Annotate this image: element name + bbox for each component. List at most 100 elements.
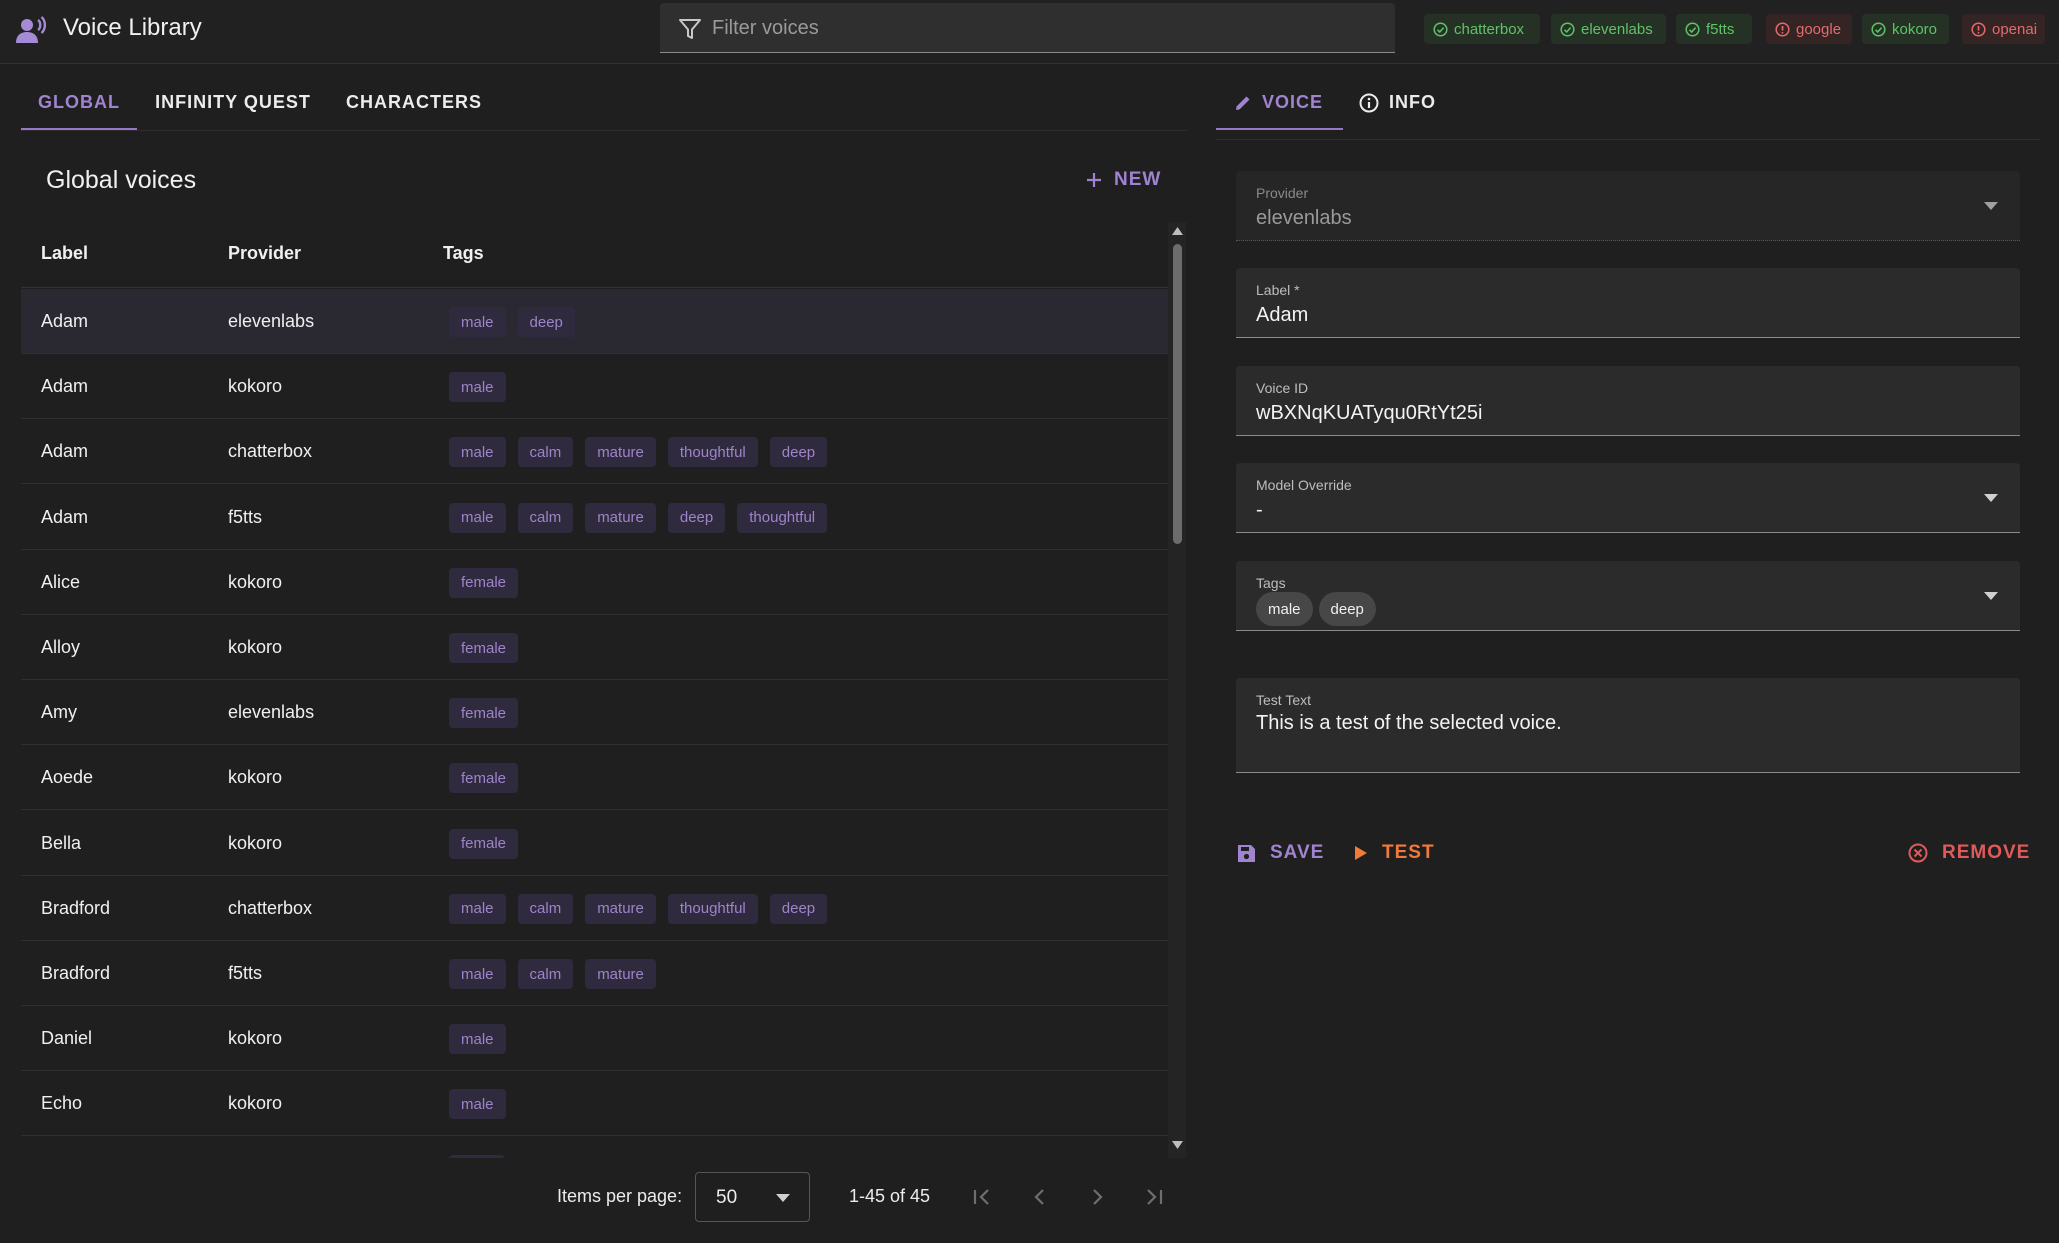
test-button[interactable]: TEST: [1354, 838, 1435, 868]
tab-voice[interactable]: VOICE: [1216, 92, 1343, 130]
app-title: Voice Library: [63, 14, 202, 41]
row-label: Adam: [41, 376, 89, 397]
tab-infinity-quest-label: INFINITY QUEST: [155, 92, 311, 112]
remove-label: REMOVE: [1942, 842, 2031, 863]
tag-chip: mature: [585, 893, 656, 924]
check-circle-icon: [1560, 21, 1575, 37]
provider-status-chip-chatterbox: chatterbox: [1424, 14, 1540, 44]
tag-chip: male: [449, 307, 506, 337]
check-circle-icon: [1871, 21, 1886, 37]
tag-chip: [449, 1154, 505, 1158]
provider-status-chip-elevenlabs: elevenlabs: [1551, 14, 1666, 44]
scroll-thumb[interactable]: [1173, 244, 1182, 544]
table-row[interactable]: Adam f5tts male calm mature deep thoughtful: [21, 485, 1168, 550]
table-row[interactable]: Bella kokoro female: [21, 811, 1168, 876]
check-circle-icon: [1685, 21, 1700, 37]
row-tags: [449, 1154, 505, 1158]
tag-chip-deep[interactable]: deep: [1318, 592, 1376, 626]
tag-chip: mature: [585, 502, 656, 533]
model-override-select[interactable]: Model Override -: [1236, 463, 2020, 533]
tag-chip: mature: [585, 437, 656, 468]
provider-status-chip-kokoro: kokoro: [1862, 14, 1949, 44]
model-override-field-label: Model Override: [1256, 477, 1352, 493]
filter-field[interactable]: [660, 3, 1395, 53]
tab-global[interactable]: GLOBAL: [21, 92, 137, 130]
save-label: SAVE: [1270, 842, 1325, 863]
voice-id-field[interactable]: Voice ID wBXNqKUATyqu0RtYt25i: [1236, 366, 2020, 436]
tab-voice-label: VOICE: [1262, 92, 1324, 112]
row-label: Daniel: [41, 1028, 93, 1049]
provider-status-label: kokoro: [1892, 20, 1938, 38]
row-tags: male calm mature thoughtful deep: [449, 893, 828, 924]
last-page-button[interactable]: [1137, 1180, 1171, 1214]
tab-characters-label: CHARACTERS: [346, 92, 482, 112]
row-label: Adam: [41, 506, 89, 527]
first-page-button[interactable]: [965, 1180, 999, 1214]
row-provider: f5tts: [228, 506, 263, 527]
row-provider: kokoro: [228, 832, 283, 853]
table-scrollbar[interactable]: [1168, 222, 1186, 1158]
provider-status-label: elevenlabs: [1581, 20, 1653, 38]
tab-characters[interactable]: CHARACTERS: [338, 92, 490, 130]
error-circle-icon: [1775, 21, 1790, 37]
voice-id-field-value: wBXNqKUATyqu0RtYt25i: [1256, 402, 1483, 424]
tab-divider: [21, 130, 1187, 131]
row-provider: chatterbox: [228, 897, 313, 918]
table-row[interactable]: Alice kokoro female: [21, 550, 1168, 615]
row-label: Adam: [41, 441, 89, 462]
paginator: Items per page: 50 1-45 of 45: [21, 1160, 1187, 1230]
tag-chip: calm: [517, 893, 574, 924]
row-tags: male: [449, 1024, 506, 1055]
new-voice-label: NEW: [1114, 169, 1162, 190]
remove-button[interactable]: REMOVE: [1908, 838, 2030, 868]
column-header-label: Label: [41, 243, 89, 263]
label-field[interactable]: Label * Adam: [1236, 268, 2020, 338]
table-row[interactable]: Adam kokoro male: [21, 354, 1168, 420]
tag-chip-male[interactable]: male: [1256, 592, 1313, 626]
table-row[interactable]: Alloy kokoro female: [21, 615, 1168, 680]
tab-info[interactable]: INFO: [1359, 92, 1459, 130]
row-tags: male calm mature deep thoughtful: [449, 502, 828, 533]
save-button[interactable]: SAVE: [1237, 838, 1324, 868]
table-row[interactable]: Bradford f5tts male calm mature: [21, 941, 1168, 1006]
table-row[interactable]: Daniel kokoro male: [21, 1006, 1168, 1072]
table-row[interactable]: Bradford chatterbox male calm mature thoughtf…: [21, 876, 1168, 941]
table-row[interactable]: Adam chatterbox male calm mature thoughtful de…: [21, 419, 1168, 485]
provider-status-chip-google: google: [1766, 14, 1852, 44]
scroll-down-arrow-icon[interactable]: [1172, 1141, 1183, 1150]
items-per-page-select[interactable]: 50: [695, 1172, 810, 1222]
row-label: Bella: [41, 832, 82, 853]
provider-status-chip-f5tts: f5tts: [1676, 14, 1752, 44]
table-row[interactable]: Echo kokoro male: [21, 1071, 1168, 1137]
tab-infinity-quest[interactable]: INFINITY QUEST: [148, 92, 318, 130]
table-row-partial[interactable]: [21, 1137, 1168, 1158]
row-label: Alloy: [41, 637, 81, 657]
dropdown-caret-icon: [776, 1194, 790, 1202]
row-tags: female: [449, 763, 519, 794]
tag-chip: deep: [667, 502, 726, 533]
tag-chip: male: [449, 893, 506, 924]
test-text-field[interactable]: Test Text This is a test of the selected…: [1236, 678, 2020, 773]
filter-input[interactable]: [712, 14, 1372, 42]
row-tags: female: [449, 633, 519, 663]
test-text-field-label: Test Text: [1256, 692, 1311, 708]
tags-select[interactable]: Tags male deep: [1236, 561, 2020, 631]
scroll-up-arrow-icon[interactable]: [1172, 226, 1183, 235]
tag-chip: female: [449, 633, 519, 663]
row-tags: female: [449, 698, 519, 729]
page-range-label: 1-45 of 45: [849, 1186, 931, 1206]
next-page-button[interactable]: [1080, 1180, 1114, 1214]
tag-chip: mature: [585, 959, 656, 989]
row-label: Bradford: [41, 897, 111, 918]
provider-select[interactable]: Provider elevenlabs: [1236, 171, 2020, 241]
provider-status-label: chatterbox: [1454, 20, 1525, 38]
table-row[interactable]: Aoede kokoro female: [21, 745, 1168, 811]
table-row[interactable]: Amy elevenlabs female: [21, 680, 1168, 746]
table-row[interactable]: Adam elevenlabs male deep: [21, 289, 1168, 354]
provider-status-chip-openai: openai: [1962, 14, 2045, 44]
voice-library-icon: [16, 16, 48, 44]
previous-page-button[interactable]: [1023, 1180, 1057, 1214]
new-voice-button[interactable]: NEW: [1086, 167, 1161, 193]
list-heading: Global voices: [46, 166, 197, 194]
tag-chip: female: [449, 698, 519, 729]
